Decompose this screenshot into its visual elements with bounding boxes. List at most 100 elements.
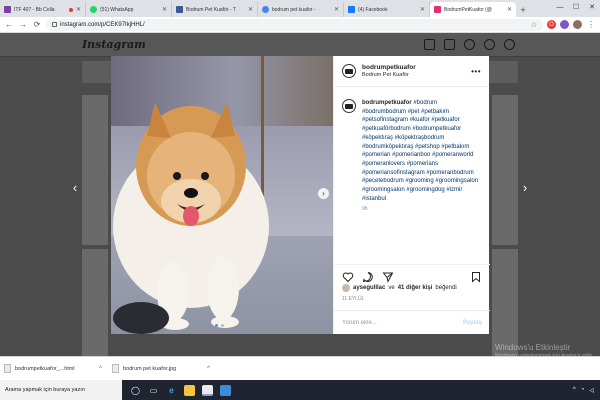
forward-icon[interactable]: →	[18, 20, 28, 30]
liker-username[interactable]: aysegulllac	[353, 285, 385, 291]
taskbar-search-text: Arama yapmak için buraya yazın	[5, 387, 85, 393]
browser-tab-active[interactable]: BodrumPetKuafor (@ ✕	[430, 2, 516, 17]
post-username[interactable]: bodrumpetkuafor	[362, 64, 416, 71]
browser-tab[interactable]: ITF 407 - Bb Colla ✕	[0, 2, 86, 17]
browser-tab-strip: ITF 407 - Bb Colla ✕ (51) WhatsApp ✕ Bod…	[0, 0, 600, 17]
url-text: instagram.com/p/CEK97IkjHHL/	[60, 21, 145, 28]
post-header: bodrumpetkuafor Bodrum Pet Kuaför •••	[334, 56, 489, 87]
tab-favicon	[4, 6, 11, 13]
browser-tab[interactable]: Bodrum Pet Kuaför - T ✕	[172, 2, 258, 17]
heart-icon[interactable]	[342, 271, 354, 283]
avatar[interactable]	[342, 64, 356, 78]
star-icon[interactable]: ☆	[531, 21, 537, 29]
system-tray: ^ ◔ ◁	[573, 387, 600, 394]
window-controls: — ☐ ✕	[552, 0, 600, 14]
post-caption: bodrumpetkuafor #bodrum #bodrumbodrum #p…	[342, 99, 484, 212]
likes-conjunction: ve	[388, 285, 395, 291]
network-icon[interactable]: ◔	[581, 387, 585, 393]
chevron-up-icon[interactable]: ^	[207, 366, 210, 372]
caption-text: bodrumpetkuafor #bodrum #bodrumbodrum #p…	[362, 99, 480, 203]
tab-title: (4) Facebook	[358, 6, 388, 13]
slide-next-button[interactable]: ›	[318, 188, 329, 199]
edge-icon[interactable]: e	[166, 385, 177, 396]
share-icon[interactable]	[382, 271, 394, 283]
url-field[interactable]: instagram.com/p/CEK97IkjHHL/ ☆	[46, 18, 543, 31]
cortana-icon[interactable]: ◯	[130, 385, 141, 396]
maximize-icon[interactable]: ☐	[568, 0, 584, 14]
downloads-shelf: bodrumpetkuafor_...html ^ bodrum pet kua…	[0, 356, 600, 380]
download-filename: bodrum pet kuafor.jpg	[123, 365, 177, 372]
tray-chevron-icon[interactable]: ^	[573, 387, 576, 393]
taskbar-search-box[interactable]: Arama yapmak için buraya yazın	[0, 380, 122, 400]
browser-tab[interactable]: (51) WhatsApp ✕	[86, 2, 172, 17]
likes-line: aysegulllac ve 41 diğer kişi beğendi	[342, 284, 457, 292]
caption-hashtags[interactable]: #bodrum #bodrumbodrum #pet #petbakım #pe…	[362, 100, 478, 202]
avatar[interactable]	[342, 99, 356, 113]
instagram-header: Instagram	[0, 33, 600, 57]
caption-username[interactable]: bodrumpetkuafor	[362, 100, 412, 106]
tab-favicon	[262, 6, 269, 13]
tab-close-icon[interactable]: ✕	[162, 6, 167, 13]
carousel-dot-active	[215, 324, 218, 327]
volume-icon[interactable]: ◁	[589, 387, 594, 394]
activity-icon[interactable]	[484, 39, 495, 50]
file-explorer-icon[interactable]	[184, 384, 195, 396]
file-icon	[4, 364, 11, 373]
liker-avatar	[342, 284, 350, 292]
tab-close-icon[interactable]: ✕	[248, 6, 253, 13]
pomeranian-dog-photo	[113, 102, 269, 334]
post-location[interactable]: Bodrum Pet Kuaför	[362, 72, 416, 78]
home-icon[interactable]	[424, 39, 435, 50]
extension-icon[interactable]	[560, 20, 569, 29]
profile-avatar-icon[interactable]	[504, 39, 515, 50]
explore-icon[interactable]	[464, 39, 475, 50]
opera-extension-icon[interactable]: O	[547, 20, 556, 29]
notepad-icon[interactable]	[202, 384, 213, 396]
tab-title: Bodrum Pet Kuaför - T	[186, 6, 236, 13]
lock-icon	[52, 22, 57, 27]
tab-close-icon[interactable]: ✕	[420, 6, 425, 13]
store-icon[interactable]	[220, 384, 231, 396]
likes-suffix: beğendi	[435, 285, 457, 291]
tab-close-icon[interactable]: ✕	[507, 6, 512, 13]
download-item[interactable]: bodrum pet kuafor.jpg ^	[112, 364, 210, 373]
comment-icon[interactable]	[362, 271, 374, 283]
previous-post-arrow-icon[interactable]: ‹	[68, 180, 82, 195]
minimize-icon[interactable]: —	[552, 0, 568, 14]
more-options-icon[interactable]: •••	[471, 67, 481, 76]
windows-taskbar: Arama yapmak için buraya yazın ◯ ▭ e ^ ◔…	[0, 380, 600, 400]
reload-icon[interactable]: ⟳	[32, 20, 42, 30]
task-view-icon[interactable]: ▭	[148, 385, 159, 396]
post-media[interactable]: ›	[111, 56, 333, 334]
tab-close-icon[interactable]: ✕	[76, 6, 81, 13]
download-item[interactable]: bodrumpetkuafor_...html ^	[4, 364, 102, 373]
post-comment-button[interactable]: Paylaş	[463, 320, 482, 326]
instagram-logo[interactable]: Instagram	[82, 38, 146, 51]
back-icon[interactable]: ←	[4, 20, 14, 30]
menu-icon[interactable]: ⋮	[586, 20, 596, 30]
profile-icon[interactable]	[573, 20, 582, 29]
comment-input[interactable]	[342, 319, 463, 326]
direct-icon[interactable]	[444, 39, 455, 50]
address-bar-row: ← → ⟳ instagram.com/p/CEK97IkjHHL/ ☆ O ⋮	[0, 17, 600, 33]
instagram-nav-icons	[424, 39, 515, 50]
tab-title: ITF 407 - Bb Colla	[14, 6, 55, 13]
watermark-line1: Windows'u Etkinleştir	[495, 343, 571, 352]
bookmark-icon[interactable]	[470, 271, 482, 283]
tab-favicon	[176, 6, 183, 13]
tab-title: bodrum pet kuafor -	[272, 6, 316, 13]
tab-close-icon[interactable]: ✕	[334, 6, 339, 13]
post-timestamp: 11 EYLÜL	[342, 296, 365, 302]
close-window-icon[interactable]: ✕	[584, 0, 600, 14]
new-tab-button[interactable]: +	[516, 2, 530, 17]
browser-tab[interactable]: (4) Facebook ✕	[344, 2, 430, 17]
comment-box: Paylaş	[334, 310, 490, 334]
post-modal: › bodrumpetkuafor Bodrum Pet Kuaför ••• …	[111, 56, 490, 334]
chevron-up-icon[interactable]: ^	[99, 366, 102, 372]
taskbar-icons: ◯ ▭ e	[122, 384, 231, 396]
browser-tab[interactable]: bodrum pet kuafor - ✕	[258, 2, 344, 17]
caption-time: 9h	[362, 206, 368, 213]
carousel-dot	[221, 324, 224, 327]
next-post-arrow-icon[interactable]: ›	[518, 180, 532, 195]
likes-count[interactable]: 41 diğer kişi	[398, 285, 433, 291]
